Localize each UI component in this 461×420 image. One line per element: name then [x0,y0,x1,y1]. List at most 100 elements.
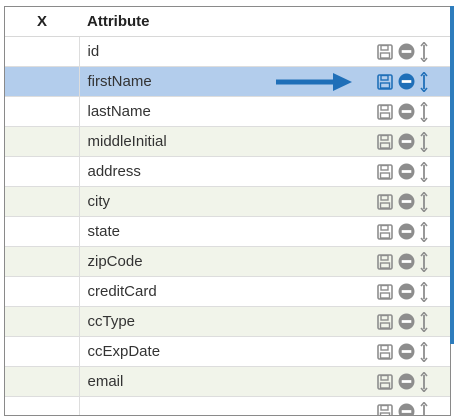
minus-circle-icon[interactable] [398,103,415,120]
attribute-cell[interactable] [79,396,450,415]
table-row[interactable]: email [5,366,450,397]
row-actions [377,371,428,392]
attribute-cell[interactable]: email [79,366,450,397]
row-select-cell[interactable] [5,186,80,217]
reorder-arrows-icon[interactable] [420,41,428,62]
row-select-cell[interactable] [5,246,80,277]
row-select-cell[interactable] [5,126,80,157]
reorder-arrows-icon[interactable] [420,221,428,242]
row-select-cell[interactable] [5,156,80,187]
attribute-cell[interactable]: firstName [79,66,450,97]
attribute-cell[interactable]: creditCard [79,276,450,307]
reorder-arrows-icon[interactable] [420,101,428,122]
row-select-cell[interactable] [5,36,80,67]
save-icon[interactable] [377,343,393,360]
minus-circle-icon[interactable] [398,283,415,300]
reorder-arrows-icon[interactable] [420,251,428,272]
attribute-name: ccExpDate [87,343,161,360]
scrollbar[interactable] [450,6,454,344]
row-select-cell[interactable] [5,306,80,337]
save-icon[interactable] [377,133,393,150]
minus-circle-icon[interactable] [398,313,415,330]
minus-circle-icon[interactable] [398,133,415,150]
minus-circle-icon[interactable] [398,403,415,415]
minus-circle-icon[interactable] [398,193,415,210]
save-icon[interactable] [377,313,393,330]
reorder-arrows-icon[interactable] [420,191,428,212]
attribute-grid: X Attribute id firstName lastName middleIni… [4,6,451,416]
attribute-cell[interactable]: ccExpDate [79,336,450,367]
minus-circle-icon[interactable] [398,253,415,270]
reorder-arrows-icon[interactable] [420,311,428,332]
row-select-cell[interactable] [5,336,80,367]
save-icon[interactable] [377,223,393,240]
table-row[interactable]: id [5,36,450,67]
row-actions [377,131,428,152]
table-row[interactable]: lastName [5,96,450,127]
attribute-name: middleInitial [87,133,167,150]
reorder-arrows-icon[interactable] [420,131,428,152]
column-header-x[interactable]: X [5,7,79,37]
minus-circle-icon[interactable] [398,73,415,90]
attribute-name: address [87,163,141,180]
save-icon[interactable] [377,193,393,210]
row-actions [377,191,428,212]
row-actions [377,161,428,182]
save-icon[interactable] [377,43,393,60]
column-header-attribute[interactable]: Attribute [79,7,450,37]
save-icon[interactable] [377,163,393,180]
reorder-arrows-icon[interactable] [420,341,428,362]
row-select-cell[interactable] [5,96,80,127]
table-row[interactable]: address [5,156,450,187]
row-actions [377,71,428,92]
table-row[interactable]: middleInitial [5,126,450,157]
table-row[interactable]: creditCard [5,276,450,307]
reorder-arrows-icon[interactable] [420,161,428,182]
save-icon[interactable] [377,253,393,270]
attribute-name: state [87,223,121,240]
row-actions [377,281,428,302]
table-row[interactable]: city [5,186,450,217]
attribute-cell[interactable]: middleInitial [79,126,450,157]
save-icon[interactable] [377,373,393,390]
table-row[interactable]: ccType [5,306,450,337]
attribute-name: firstName [87,73,152,90]
row-actions [377,221,428,242]
row-select-cell[interactable] [5,216,80,247]
attribute-cell[interactable]: city [79,186,450,217]
table-row-selected[interactable]: firstName [5,66,450,97]
reorder-arrows-icon[interactable] [420,371,428,392]
attribute-cell[interactable]: lastName [79,96,450,127]
row-actions [377,101,428,122]
attribute-name: ccType [87,313,136,330]
attribute-name: city [87,193,111,210]
minus-circle-icon[interactable] [398,43,415,60]
save-icon[interactable] [377,283,393,300]
attribute-name: email [87,373,124,390]
row-actions [377,311,428,332]
row-select-cell[interactable] [5,276,80,307]
attribute-cell[interactable]: ccType [79,306,450,337]
attribute-cell[interactable]: id [79,36,450,67]
attribute-cell[interactable]: address [79,156,450,187]
reorder-arrows-icon[interactable] [420,281,428,302]
reorder-arrows-icon[interactable] [420,401,428,415]
table-row[interactable] [5,396,450,415]
attribute-cell[interactable]: zipCode [79,246,450,277]
save-icon[interactable] [377,403,393,415]
minus-circle-icon[interactable] [398,223,415,240]
save-icon[interactable] [377,73,393,90]
minus-circle-icon[interactable] [398,163,415,180]
table-row[interactable]: zipCode [5,246,450,277]
minus-circle-icon[interactable] [398,343,415,360]
row-select-cell[interactable] [5,396,80,415]
attribute-name: id [87,43,100,60]
row-select-cell[interactable] [5,366,80,397]
save-icon[interactable] [377,103,393,120]
attribute-cell[interactable]: state [79,216,450,247]
row-select-cell[interactable] [5,66,80,97]
table-row[interactable]: state [5,216,450,247]
table-row[interactable]: ccExpDate [5,336,450,367]
reorder-arrows-icon[interactable] [420,71,428,92]
minus-circle-icon[interactable] [398,373,415,390]
